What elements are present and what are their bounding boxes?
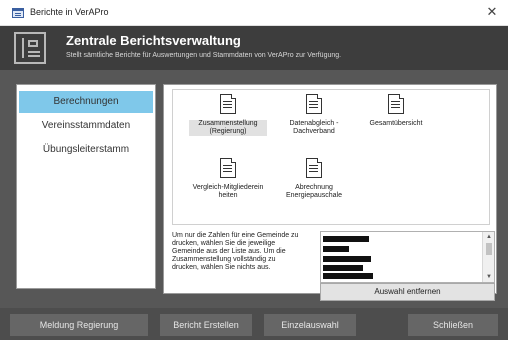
- report-panel: Zusammenstellung (Regierung) Datenabglei…: [163, 84, 497, 301]
- app-window-icon: [12, 8, 24, 18]
- municipality-list[interactable]: ▲ ▼: [320, 231, 495, 283]
- page-subtitle: Stellt sämtliche Berichte für Auswertung…: [66, 52, 342, 59]
- sidebar-item-berechnungen[interactable]: Berechnungen: [19, 91, 153, 113]
- report-label: Abrechnung Energiepauschale: [285, 184, 343, 199]
- report-label: Zusammenstellung (Regierung): [189, 120, 267, 136]
- report-grid: Zusammenstellung (Regierung) Datenabglei…: [172, 89, 490, 225]
- report-datenabgleich[interactable]: Datenabgleich - Dachverband: [269, 94, 359, 154]
- list-scrollbar[interactable]: ▲ ▼: [482, 232, 494, 282]
- redacted-list-item[interactable]: [323, 236, 369, 242]
- report-abrechnung-energiepauschale[interactable]: Abrechnung Energiepauschale: [269, 158, 359, 218]
- einzelauswahl-button[interactable]: Einzelauswahl: [264, 314, 356, 336]
- sidebar-item-vereinsstammdaten[interactable]: Vereinsstammdaten: [19, 115, 153, 137]
- report-label: Datenabgleich - Dachverband: [289, 120, 339, 135]
- document-icon: [388, 94, 404, 114]
- footer-toolbar: Meldung Regierung Bericht Erstellen Einz…: [0, 308, 508, 340]
- redacted-list-item[interactable]: [323, 265, 363, 271]
- scroll-down-icon[interactable]: ▼: [483, 272, 495, 282]
- redacted-list-item[interactable]: [323, 256, 371, 262]
- close-icon[interactable]: ✕: [484, 3, 500, 21]
- report-zusammenstellung[interactable]: Zusammenstellung (Regierung): [183, 94, 273, 154]
- page-title: Zentrale Berichtsverwaltung: [66, 33, 241, 48]
- report-logo-icon: [14, 32, 46, 64]
- close-button[interactable]: Schließen: [408, 314, 498, 336]
- redacted-list-item[interactable]: [323, 246, 349, 252]
- sidebar-item-uebungsleiterstamm[interactable]: Übungsleiterstamm: [19, 139, 153, 161]
- redacted-list-item[interactable]: [323, 273, 373, 279]
- document-icon: [220, 94, 236, 114]
- report-label: Vergleich-Mitgliederein heiten: [192, 184, 264, 199]
- report-vergleich-mitgliedereinheiten[interactable]: Vergleich-Mitgliederein heiten: [183, 158, 273, 218]
- report-label: Gesamtübersicht: [369, 120, 423, 127]
- document-icon: [306, 94, 322, 114]
- window-title: Berichte in VerAPro: [30, 7, 109, 17]
- document-icon: [306, 158, 322, 178]
- report-gesamtuebersicht[interactable]: Gesamtübersicht: [351, 94, 441, 154]
- scroll-up-icon[interactable]: ▲: [483, 232, 495, 242]
- selection-hint-text: Um nur die Zahlen für eine Gemeinde zu d…: [172, 232, 299, 271]
- main-area: Berechnungen Vereinsstammdaten Übungslei…: [0, 70, 508, 308]
- clear-selection-button[interactable]: Auswahl entfernen: [320, 283, 495, 301]
- scroll-thumb[interactable]: [486, 243, 492, 255]
- window-titlebar: Berichte in VerAPro ✕: [0, 0, 508, 26]
- meldung-regierung-button[interactable]: Meldung Regierung: [10, 314, 148, 336]
- page-header: Zentrale Berichtsverwaltung Stellt sämtl…: [0, 26, 508, 70]
- document-icon: [220, 158, 236, 178]
- bericht-erstellen-button[interactable]: Bericht Erstellen: [160, 314, 252, 336]
- category-sidebar: Berechnungen Vereinsstammdaten Übungslei…: [16, 84, 156, 289]
